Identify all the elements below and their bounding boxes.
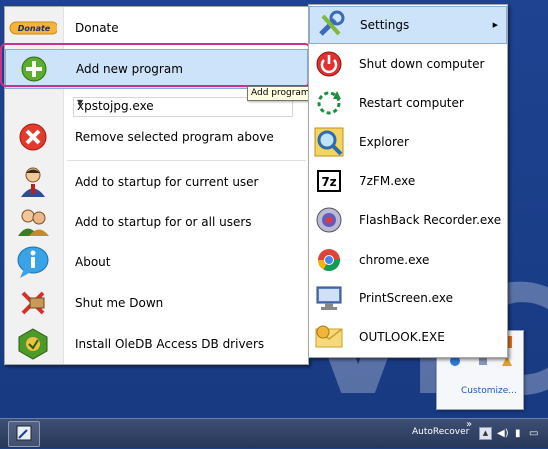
menu-item-donate[interactable]: Donate Donate [5,13,308,43]
menu-item-explorer[interactable]: Explorer [309,124,507,160]
menu-item-outlook[interactable]: OUTLOOK.EXE [309,319,507,355]
flashback-icon [311,206,347,234]
menu-item-install-oledb[interactable]: Install OleDB Access DB drivers [5,325,308,363]
menu-item-label: Add to startup for current user [75,175,259,189]
show-hidden-icons-button[interactable]: ▲ [479,427,492,440]
menu-item-label: About [75,255,111,269]
menu-item-label: Donate [75,21,119,35]
menu-item-label: chrome.exe [359,253,430,267]
autorecover-toolbar[interactable]: AutoRecover [412,427,469,437]
settings-tools-icon [312,10,348,40]
menu-item-remove-program[interactable]: Remove selected program above [5,119,308,155]
menu-item-printscreen[interactable]: PrintScreen.exe [309,280,507,316]
volume-icon[interactable]: ◀) [497,428,509,439]
customize-link[interactable]: Customize... [461,386,517,396]
network-signal-icon[interactable]: ▮ [515,428,521,439]
menu-item-label: Shut me Down [75,296,164,310]
menu-item-about[interactable]: About [5,243,308,281]
menu-item-label: Add to startup for or all users [75,215,252,229]
taskbar-app-button[interactable] [8,421,40,447]
menu-item-restart-computer[interactable]: Restart computer [309,85,507,121]
printscreen-icon [311,285,347,311]
magnifier-icon [311,126,347,158]
shut-down-app-icon [9,288,57,318]
menu-separator [67,160,306,161]
menu-item-settings[interactable]: Settings ▶ [309,6,507,44]
menu-item-startup-current-user[interactable]: Add to startup for current user [5,163,308,201]
menu-item-label: Shut down computer [359,57,485,71]
menu-item-shut-down-computer[interactable]: Shut down computer [309,46,507,82]
toolbar-chevron-icon[interactable]: » [466,419,472,430]
menu-item-label: 7zFM.exe [359,174,416,188]
menu-item-label: Install OleDB Access DB drivers [75,337,265,351]
7zip-icon: 7z [311,169,347,193]
user-icon [9,166,57,198]
menu-item-label: Remove selected program above [75,130,274,144]
app-window-icon [16,425,32,441]
menu-item-shut-me-down[interactable]: Shut me Down [5,284,308,322]
focus-highlight-ring [0,43,311,87]
menu-item-label: Settings [360,18,410,32]
menu-item-7zfm[interactable]: 7z 7zFM.exe [309,163,507,199]
menu-item-label: FlashBack Recorder.exe [359,213,502,227]
power-icon [311,50,347,78]
menu-item-chrome[interactable]: chrome.exe [309,242,507,278]
donate-icon: Donate [9,21,57,35]
menu-item-label: OUTLOOK.EXE [359,330,445,344]
chrome-icon [311,248,347,272]
svg-text:7z: 7z [321,175,336,189]
menu-item-startup-all-users[interactable]: Add to startup for or all users [5,203,308,241]
restart-icon [311,89,347,117]
submenu-arrow-icon: ▶ [492,21,498,29]
info-icon [9,245,57,279]
users-icon [9,207,57,237]
taskbar: AutoRecover » ▲ ◀) ▮ ▭ [0,418,548,448]
install-drivers-icon [9,327,57,361]
menu-item-label: Explorer [359,135,409,149]
power-tray-icon[interactable]: ▭ [529,428,538,439]
menu-item-label: PrintScreen.exe [359,291,453,305]
menu-item-flashback[interactable]: FlashBack Recorder.exe [309,202,507,238]
remove-icon [9,122,57,152]
programs-submenu: Settings ▶ Shut down computer Restart co… [308,4,508,358]
donate-button-text: Donate [18,24,51,33]
menu-item-label: Restart computer [359,96,464,110]
outlook-icon [311,323,347,351]
